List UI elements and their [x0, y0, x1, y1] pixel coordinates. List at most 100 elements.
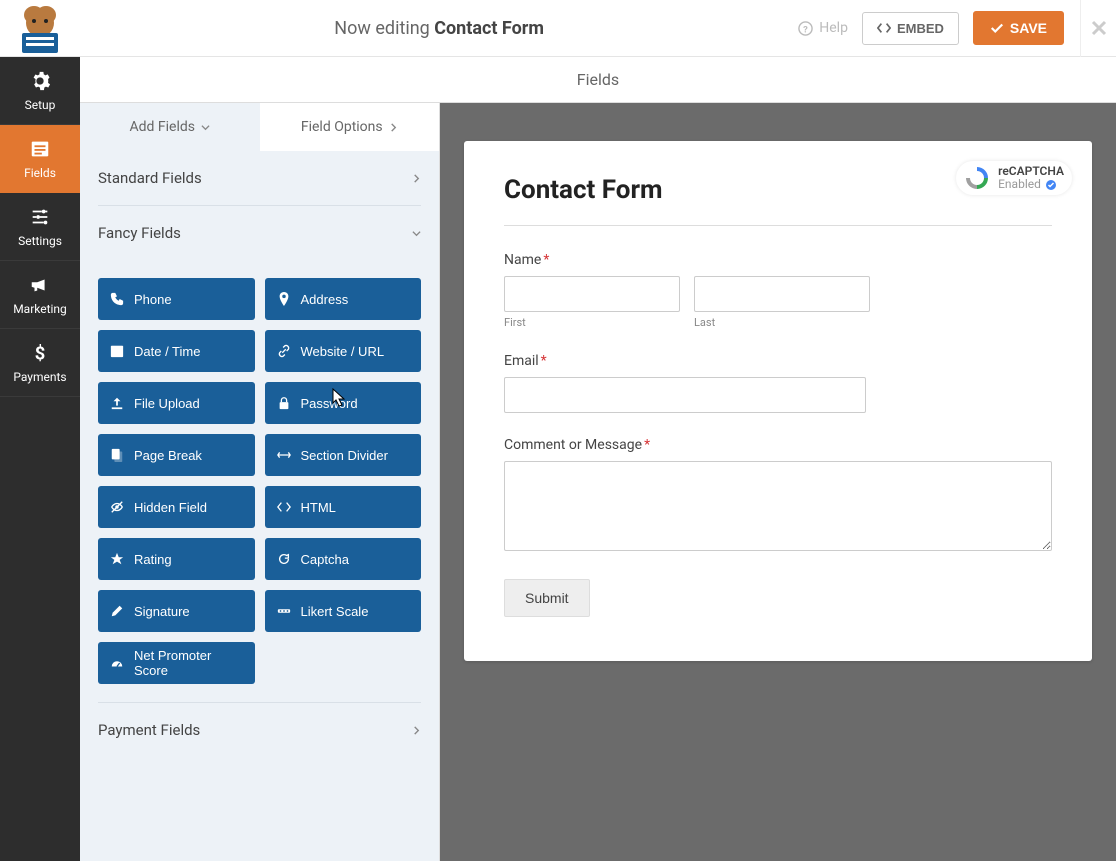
field-datetime[interactable]: Date / Time	[98, 330, 255, 372]
field-upload-label: File Upload	[134, 396, 200, 411]
arrows-h-icon	[277, 448, 291, 462]
tab-field-options-label: Field Options	[301, 119, 383, 135]
field-rating[interactable]: Rating	[98, 538, 255, 580]
nav-fields[interactable]: Fields	[0, 125, 80, 193]
field-section[interactable]: Section Divider	[265, 434, 422, 476]
field-html[interactable]: HTML	[265, 486, 422, 528]
save-button[interactable]: SAVE	[973, 11, 1064, 45]
upload-icon	[110, 396, 124, 410]
field-address-label: Address	[301, 292, 349, 307]
nav-payments[interactable]: $ Payments	[0, 329, 80, 397]
nav-marketing[interactable]: Marketing	[0, 261, 80, 329]
field-pagebreak[interactable]: Page Break	[98, 434, 255, 476]
last-name-input[interactable]	[694, 276, 870, 312]
topbar-right: ? Help EMBED SAVE	[798, 11, 1080, 45]
accordion-standard-label: Standard Fields	[98, 169, 202, 187]
chevron-right-icon	[389, 123, 398, 132]
required-asterisk: *	[541, 353, 547, 369]
chevron-right-icon	[412, 726, 421, 735]
embed-label: EMBED	[897, 21, 944, 36]
wpforms-logo-icon	[12, 3, 68, 53]
field-upload[interactable]: File Upload	[98, 382, 255, 424]
field-phone-label: Phone	[134, 292, 172, 307]
help-icon: ?	[798, 21, 813, 36]
close-icon	[1091, 20, 1107, 36]
accordion-standard-fields[interactable]: Standard Fields	[98, 151, 421, 206]
field-url-label: Website / URL	[301, 344, 385, 359]
field-captcha-label: Captcha	[301, 552, 349, 567]
chevron-down-icon	[201, 123, 210, 132]
recaptcha-badge[interactable]: reCAPTCHA Enabled	[956, 161, 1072, 195]
logo	[0, 3, 80, 53]
divider	[504, 225, 1052, 226]
top-bar: Now editing Contact Form ? Help EMBED SA…	[0, 0, 1116, 57]
field-likert-label: Likert Scale	[301, 604, 369, 619]
embed-icon	[877, 21, 891, 35]
recaptcha-text: reCAPTCHA Enabled	[998, 165, 1064, 191]
gauge-icon	[110, 656, 124, 670]
comment-textarea[interactable]	[504, 461, 1052, 551]
field-email[interactable]: Email*	[504, 353, 1052, 413]
field-phone[interactable]: Phone	[98, 278, 255, 320]
embed-button[interactable]: EMBED	[862, 12, 959, 45]
form-icon	[29, 138, 51, 160]
dollar-icon: $	[29, 342, 51, 364]
recaptcha-status: Enabled	[998, 178, 1041, 191]
required-asterisk: *	[543, 252, 549, 268]
field-captcha[interactable]: Captcha	[265, 538, 422, 580]
help-link[interactable]: ? Help	[798, 20, 848, 36]
field-section-label: Section Divider	[301, 448, 388, 463]
sliders-icon	[29, 206, 51, 228]
field-name[interactable]: Name* First Last	[504, 252, 1052, 329]
close-button[interactable]	[1080, 0, 1116, 57]
email-input[interactable]	[504, 377, 866, 413]
field-likert[interactable]: Likert Scale	[265, 590, 422, 632]
first-name-input[interactable]	[504, 276, 680, 312]
preview-area: reCAPTCHA Enabled Contact Form Name* Fir…	[440, 103, 1116, 861]
left-nav: Setup Fields Settings Marketing $ Paymen…	[0, 57, 80, 861]
tab-add-fields[interactable]: Add Fields	[80, 103, 260, 151]
chevron-down-icon	[412, 229, 421, 238]
likert-icon	[277, 604, 291, 618]
field-password[interactable]: Password	[265, 382, 422, 424]
comment-label: Comment or Message*	[504, 437, 1052, 453]
chevron-right-icon	[412, 174, 421, 183]
fancy-fields-grid: Phone Address Date / Time Website / URL …	[98, 260, 421, 703]
editing-form-name: Contact Form	[434, 18, 544, 39]
accordion-fancy-label: Fancy Fields	[98, 224, 181, 242]
nav-settings-label: Settings	[18, 234, 62, 248]
svg-text:$: $	[35, 343, 46, 364]
field-password-label: Password	[301, 396, 358, 411]
check-icon	[990, 21, 1004, 35]
field-address[interactable]: Address	[265, 278, 422, 320]
eye-slash-icon	[110, 500, 124, 514]
field-comment[interactable]: Comment or Message*	[504, 437, 1052, 555]
verified-icon	[1045, 179, 1057, 191]
accordion-fancy-fields[interactable]: Fancy Fields	[98, 206, 421, 260]
star-icon	[110, 552, 124, 566]
refresh-icon	[277, 552, 291, 566]
preview-card: reCAPTCHA Enabled Contact Form Name* Fir…	[464, 141, 1092, 661]
field-hidden[interactable]: Hidden Field	[98, 486, 255, 528]
lock-icon	[277, 396, 291, 410]
submit-button[interactable]: Submit	[504, 579, 590, 617]
nav-payments-label: Payments	[13, 370, 66, 384]
field-nps[interactable]: Net Promoter Score	[98, 642, 255, 684]
pencil-icon	[110, 604, 124, 618]
fields-panel: Add Fields Field Options Standard Fields…	[80, 103, 440, 861]
main-header: Fields	[80, 57, 1116, 103]
save-label: SAVE	[1010, 20, 1047, 36]
editing-title: Now editing Contact Form	[80, 18, 798, 39]
field-datetime-label: Date / Time	[134, 344, 200, 359]
tab-field-options[interactable]: Field Options	[260, 103, 440, 151]
email-label: Email*	[504, 353, 1052, 369]
field-signature-label: Signature	[134, 604, 190, 619]
nav-settings[interactable]: Settings	[0, 193, 80, 261]
required-asterisk: *	[644, 437, 650, 453]
recaptcha-icon	[964, 165, 990, 191]
main: Fields Add Fields Field Options Standard…	[80, 57, 1116, 861]
field-url[interactable]: Website / URL	[265, 330, 422, 372]
field-signature[interactable]: Signature	[98, 590, 255, 632]
nav-setup[interactable]: Setup	[0, 57, 80, 125]
accordion-payment-fields[interactable]: Payment Fields	[98, 703, 421, 757]
